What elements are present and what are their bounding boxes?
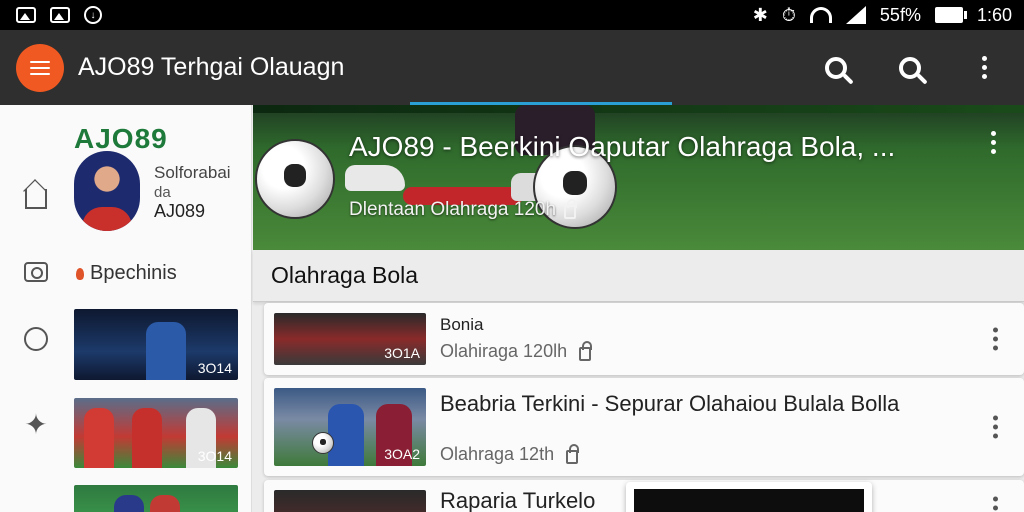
article-more-button[interactable] [993,496,998,512]
search-icon [825,56,847,79]
article-more-button[interactable] [993,327,998,351]
more-vert-icon [991,131,996,154]
download-icon: ↓ [84,6,102,24]
search-button[interactable] [812,44,860,92]
drawer-thumbnail[interactable]: 3O14 [74,309,238,380]
section-header: Olahraga Bola [253,250,1024,302]
thumbnail-label: 3OA2 [384,446,420,462]
drawer-category[interactable]: Bpechinis [76,262,177,285]
nav-chat[interactable] [22,325,50,353]
app-title: AJO89 Terhgai Olauagn [78,53,345,81]
status-bar: ↓ ✱ ⏱ 55f% 1:60 [0,0,1024,30]
article-title: Beabria Terkini - Sepurar Olahaiou Bulal… [440,391,900,416]
drawer-category-label: Bpechinis [90,262,177,284]
signal-icon [845,6,866,24]
clock: 1:60 [976,4,1012,25]
hero-title: AJO89 - Beerkini Oaputar Olahraga Bola, … [349,131,896,162]
football-icon [255,139,335,219]
camera-icon [24,262,48,282]
more-vert-icon [981,56,987,79]
article-thumbnail: 3O1A [274,313,426,365]
article-title: Bonia [440,315,484,334]
app-bar: AJO89 Terhgai Olauagn [0,30,1024,105]
video-preview[interactable] [626,482,872,512]
nav-camera[interactable] [22,258,50,286]
article-meta-text: Olahraga 12th [440,444,555,464]
nav-home[interactable] [22,181,50,209]
hero-subtitle-text: Dlentaan Olahraga 120h [349,199,557,220]
article-meta-text: Olahiraga 120lh [440,341,568,361]
football-icon [312,432,334,454]
player-figure [132,408,162,468]
status-left-icons: ↓ [16,6,102,24]
article-meta: Olahiraga 120lh [440,340,593,362]
nav-drawer: AJO89 Solforabai da AJ089 ✦ Bpechinis 3O… [0,105,252,512]
overflow-menu-button[interactable] [960,44,1008,92]
thumbnail-label: 3O14 [197,360,232,376]
battery-icon [934,7,967,23]
lock-icon [566,443,580,464]
drawer-thumbnail[interactable]: 3O14 [74,398,238,468]
player-figure [150,495,180,512]
profile-sub: da [154,184,171,201]
article-more-button[interactable] [993,415,998,439]
menu-button[interactable] [16,43,64,92]
article-meta: Olahraga 12th [440,443,580,465]
article-title: Raparia Turkelo [440,488,596,512]
gallery-icon [50,7,70,23]
thumbnail-label: 3O14 [197,448,232,464]
alarm-icon: ⏱ [781,4,796,25]
flame-icon [76,267,84,280]
hero-more-button[interactable] [991,131,996,154]
more-vert-icon [993,415,998,439]
article-thumbnail [274,490,426,512]
image-icon [16,7,36,23]
player-figure [84,408,114,468]
search-button-secondary[interactable] [886,44,934,92]
lock-icon [564,199,578,219]
search-icon [899,56,921,79]
thumbnail-label: 3O1A [384,345,420,361]
app-screen: ↓ ✱ ⏱ 55f% 1:60 AJO89 Terhgai Olauagn AJ… [0,0,1024,512]
drawer-brand: AJO89 [74,123,168,154]
status-right-icons: ✱ ⏱ 55f% 1:60 [753,5,1012,26]
article-card[interactable]: 3OA2 Beabria Terkini - Sepurar Olahaiou … [264,378,1024,476]
player-boot [345,165,405,191]
star-icon: ✦ [24,409,48,440]
chat-icon [24,327,48,351]
hero-banner[interactable]: AJO89 - Beerkini Oaputar Olahraga Bola, … [253,105,1024,250]
article-thumbnail: 3OA2 [274,388,426,466]
wifi-icon [809,7,832,23]
profile-name: AJ089 [154,201,206,221]
nav-star[interactable]: ✦ [22,411,50,439]
battery-percent: 55f% [879,4,921,25]
hero-subtitle: Dlentaan Olahraga 120h [349,199,578,221]
article-card[interactable]: 3O1A Bonia Olahiraga 120lh [264,303,1024,375]
mute-icon: ✱ [752,4,768,25]
lock-icon [579,340,593,361]
player-figure [146,322,186,380]
drawer-thumbnail[interactable] [74,485,238,512]
home-icon [25,189,47,209]
player-figure [114,495,144,512]
section-title: Olahraga Bola [271,262,419,288]
menu-icon [30,60,50,75]
hero-stripe [253,105,1024,113]
player-figure [328,404,364,466]
avatar[interactable] [74,151,140,231]
more-vert-icon [993,496,998,512]
profile-label: Solforabai [154,163,231,182]
more-vert-icon [993,327,998,351]
